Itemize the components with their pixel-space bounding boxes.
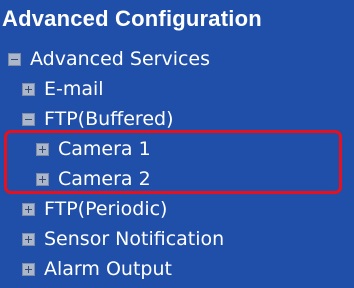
tree-item-camera-1[interactable]: Camera 1 <box>36 134 151 164</box>
tree-item-ftp-buffered[interactable]: FTP(Buffered) <box>22 104 173 134</box>
tree-item-label: E-mail <box>44 78 104 100</box>
tree-item-label: Camera 2 <box>58 168 151 190</box>
tree-item-advanced-services[interactable]: Advanced Services <box>8 44 210 74</box>
tree-item-email[interactable]: E-mail <box>22 74 104 104</box>
expand-toggle-icon[interactable] <box>22 82 35 96</box>
panel-title: Advanced Configuration <box>2 6 262 31</box>
tree-item-label: Advanced Services <box>30 48 211 70</box>
tree-item-sensor-notification[interactable]: Sensor Notification <box>22 224 224 254</box>
tree-item-camera-2[interactable]: Camera 2 <box>36 164 151 194</box>
expand-toggle-icon[interactable] <box>22 202 35 216</box>
tree-item-label: Sensor Notification <box>44 228 225 250</box>
expand-toggle-icon[interactable] <box>36 172 49 186</box>
tree-item-ftp-periodic[interactable]: FTP(Periodic) <box>22 194 167 224</box>
expand-toggle-icon[interactable] <box>22 232 35 246</box>
tree-item-alarm-output[interactable]: Alarm Output <box>22 254 172 284</box>
tree-item-label: FTP(Periodic) <box>44 198 168 220</box>
tree-item-label: Alarm Output <box>44 258 172 280</box>
advanced-configuration-panel: Advanced Configuration Advanced Services… <box>0 0 354 288</box>
tree-item-label: Camera 1 <box>58 138 151 160</box>
expand-toggle-icon[interactable] <box>22 262 35 276</box>
expand-toggle-icon[interactable] <box>36 142 49 156</box>
tree-item-label: FTP(Buffered) <box>44 108 174 130</box>
collapse-toggle-icon[interactable] <box>22 112 35 126</box>
collapse-toggle-icon[interactable] <box>8 52 21 66</box>
